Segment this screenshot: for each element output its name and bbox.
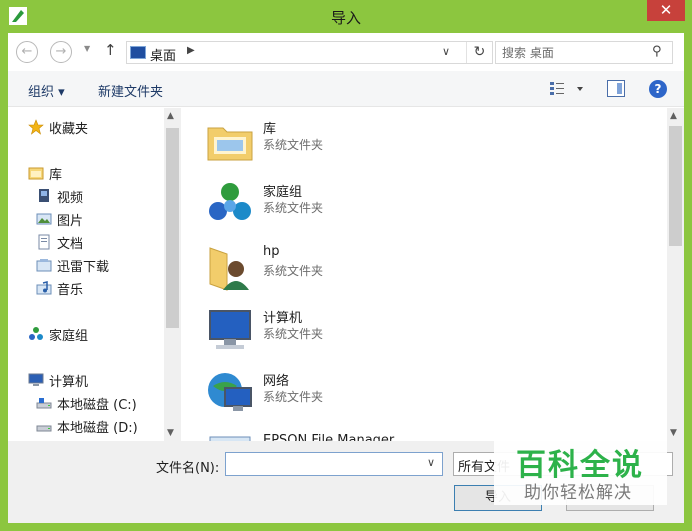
close-button[interactable]: ✕	[647, 0, 685, 21]
path-location[interactable]: 桌面	[150, 45, 176, 64]
nav-item-drive-c[interactable]: 本地磁盘 (C:)	[36, 393, 137, 413]
filename-input[interactable]	[230, 456, 420, 472]
file-item-epson[interactable]: EPSON File Manager	[203, 427, 503, 441]
nav-item-homegroup[interactable]: 家庭组	[28, 324, 88, 344]
document-icon	[36, 234, 52, 250]
chevron-down-icon[interactable]: ∨	[427, 456, 435, 469]
file-type: 系统文件夹	[263, 138, 324, 152]
nav-label: 图片	[57, 213, 84, 229]
filename-combobox[interactable]: ∨	[225, 452, 443, 476]
nav-item-computer[interactable]: 计算机	[28, 370, 88, 390]
nav-label: 收藏夹	[49, 121, 89, 137]
nav-label: 文档	[57, 236, 84, 252]
chevron-up-icon[interactable]: ▲	[670, 111, 677, 121]
nav-item-drive-d[interactable]: 本地磁盘 (D:)	[36, 416, 138, 436]
file-type: 系统文件夹	[263, 327, 324, 341]
nav-label: 音乐	[57, 282, 84, 298]
file-name: EPSON File Manager	[263, 433, 395, 441]
file-name: 计算机	[263, 311, 303, 326]
file-type: 系统文件夹	[263, 390, 324, 404]
user-folder-icon	[209, 247, 249, 291]
homegroup-icon	[28, 326, 44, 342]
view-options-icon[interactable]	[548, 80, 588, 98]
scroll-thumb[interactable]	[669, 126, 682, 246]
music-icon	[36, 280, 52, 296]
nav-scrollbar[interactable]: ▲ ▼	[164, 108, 181, 441]
file-list: 库 系统文件夹 家庭组 系统文件夹 hp 系统文件夹 计算机 系统文件夹 网络 …	[181, 108, 667, 441]
desktop-icon	[130, 46, 146, 59]
file-item-network[interactable]: 网络 系统文件夹	[203, 364, 503, 422]
title-bar: 导入 ✕	[0, 0, 692, 33]
preview-pane-icon[interactable]	[607, 80, 625, 97]
network-icon	[208, 373, 252, 411]
nav-label: 计算机	[49, 374, 89, 390]
new-folder-button[interactable]: 新建文件夹	[98, 81, 163, 100]
download-folder-icon	[36, 257, 52, 273]
up-button[interactable]: ↑	[104, 41, 117, 59]
search-box[interactable]: ⚲	[495, 41, 673, 64]
refresh-button[interactable]: ↻	[466, 42, 492, 63]
help-icon[interactable]: ?	[649, 80, 667, 98]
organize-button[interactable]: 组织 ▾	[28, 81, 65, 100]
file-type: 系统文件夹	[263, 264, 324, 278]
file-list-scrollbar[interactable]: ▲ ▼	[667, 108, 684, 441]
nav-item-libraries[interactable]: 库	[28, 163, 62, 183]
nav-item-thunder[interactable]: 迅雷下载	[36, 255, 109, 275]
back-button[interactable]: ←	[16, 41, 38, 63]
nav-label: 库	[49, 167, 63, 183]
search-icon[interactable]: ⚲	[652, 44, 662, 59]
forward-button[interactable]: →	[50, 41, 72, 63]
drive-icon	[36, 418, 52, 434]
nav-label: 本地磁盘 (C:)	[57, 397, 137, 413]
file-item-hp[interactable]: hp 系统文件夹	[203, 238, 503, 296]
chevron-down-icon[interactable]: ▼	[670, 428, 677, 438]
drive-icon	[36, 395, 52, 411]
homegroup-icon	[209, 183, 251, 220]
nav-label: 视频	[57, 190, 84, 206]
file-name: 库	[263, 122, 277, 137]
file-name: 网络	[263, 374, 290, 389]
file-item-homegroup[interactable]: 家庭组 系统文件夹	[203, 175, 503, 233]
filename-label: 文件名(N):	[156, 461, 220, 476]
file-type: 系统文件夹	[263, 201, 324, 215]
window-title: 导入	[330, 9, 361, 27]
nav-item-favorites[interactable]: 收藏夹	[28, 117, 88, 137]
dialog-window: 导入 ✕ ← → ▼ ↑ 桌面 ▶ ∨ ↻ ⚲ 组织 ▾ 新建文件夹	[0, 0, 692, 531]
library-icon	[28, 165, 44, 181]
picture-icon	[36, 211, 52, 227]
file-name: hp	[263, 244, 280, 259]
file-item-library[interactable]: 库 系统文件夹	[203, 112, 503, 170]
nav-label: 本地磁盘 (D:)	[57, 420, 138, 436]
nav-label: 迅雷下载	[57, 259, 110, 275]
chevron-up-icon[interactable]: ▲	[167, 111, 174, 121]
path-box[interactable]: 桌面 ▶ ∨ ↻	[126, 41, 493, 64]
nav-item-documents[interactable]: 文档	[36, 232, 83, 252]
file-item-computer[interactable]: 计算机 系统文件夹	[203, 301, 503, 359]
star-icon	[28, 119, 44, 135]
toolbar: 组织 ▾ 新建文件夹 ?	[8, 71, 684, 107]
chevron-down-icon[interactable]: ▼	[167, 428, 174, 438]
chevron-down-icon[interactable]: ∨	[442, 45, 450, 58]
scroll-thumb[interactable]	[166, 128, 179, 328]
search-input[interactable]	[502, 44, 642, 62]
recent-locations-icon[interactable]: ▼	[84, 44, 90, 53]
library-icon	[207, 127, 253, 161]
address-bar: ← → ▼ ↑ 桌面 ▶ ∨ ↻ ⚲	[8, 33, 684, 71]
nav-label: 家庭组	[49, 328, 89, 344]
video-icon	[36, 188, 52, 204]
computer-icon	[209, 310, 251, 349]
computer-icon	[28, 372, 44, 388]
nav-item-music[interactable]: 音乐	[36, 278, 83, 298]
navigation-pane: 收藏夹 库 视频 图片 文档 迅雷下载 音乐 家庭组 计算机 本地磁盘 (C:)…	[8, 108, 181, 441]
watermark-subtitle: 助你轻松解决	[524, 483, 632, 503]
app-icon	[209, 436, 251, 441]
chevron-right-icon[interactable]: ▶	[187, 45, 195, 56]
nav-item-videos[interactable]: 视频	[36, 186, 83, 206]
nav-item-pictures[interactable]: 图片	[36, 209, 83, 229]
file-name: 家庭组	[263, 185, 303, 200]
